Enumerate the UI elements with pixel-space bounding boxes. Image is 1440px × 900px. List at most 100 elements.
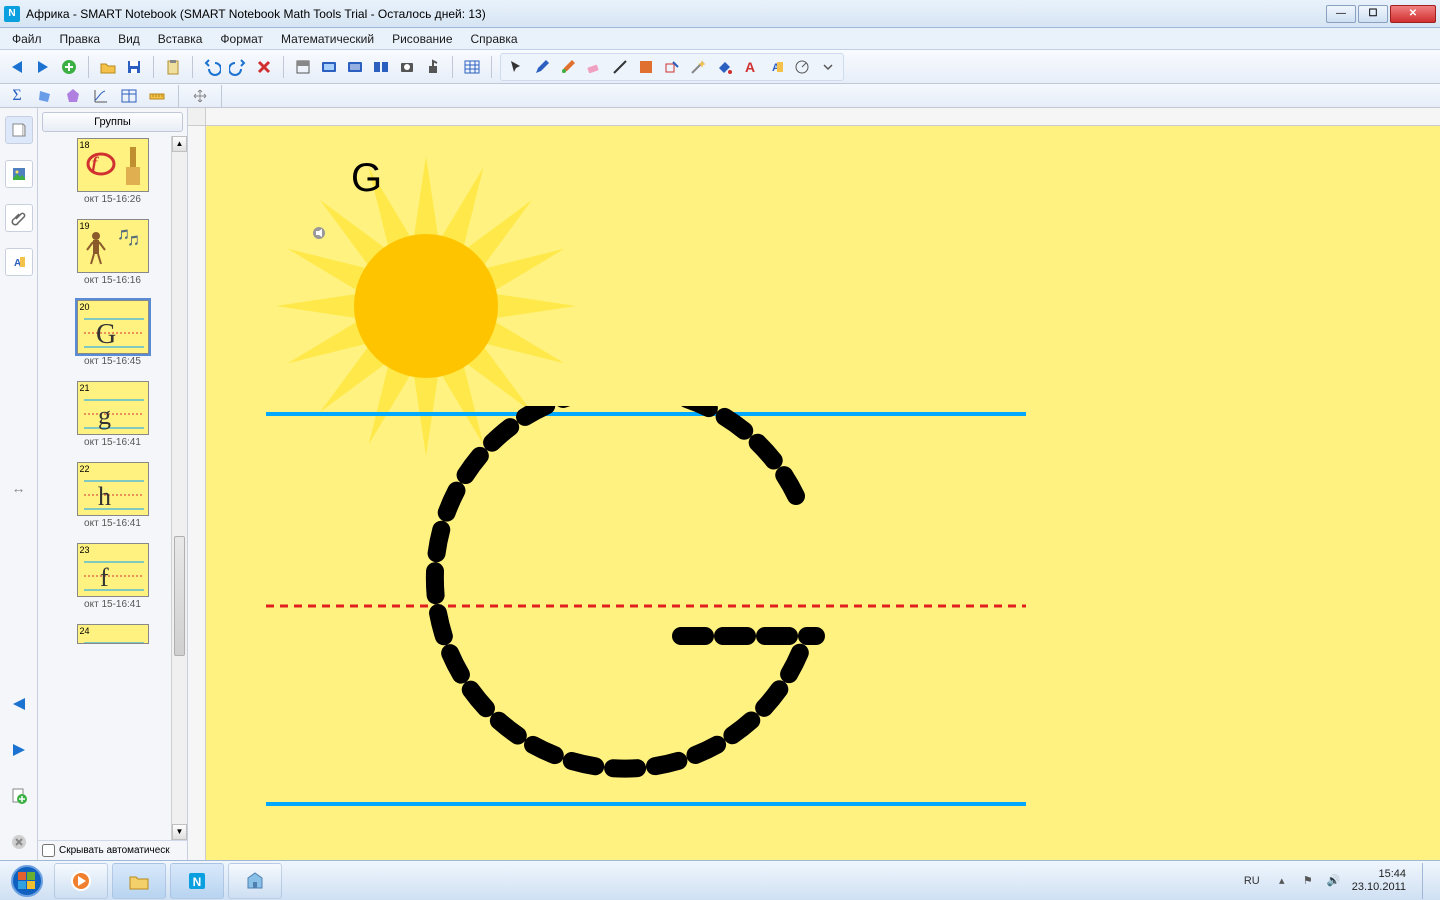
show-desktop-button[interactable] [1422, 863, 1430, 899]
table-icon[interactable] [461, 56, 483, 78]
svg-text:N: N [193, 875, 202, 889]
menu-math[interactable]: Математический [273, 30, 382, 48]
scroll-thumb[interactable] [174, 536, 185, 656]
transparent-bg-icon[interactable] [344, 56, 366, 78]
side-tabs: A ↔ [0, 108, 38, 860]
shape-pen-icon[interactable] [661, 56, 683, 78]
next-page-icon[interactable] [32, 56, 54, 78]
toolbar-separator [491, 56, 492, 78]
svg-text:G: G [96, 319, 116, 350]
tray-flag-icon[interactable]: ⚑ [1300, 873, 1316, 889]
regular-polygon-icon[interactable] [62, 85, 84, 107]
tool-group: A A [500, 53, 844, 81]
toolbar-options-icon[interactable] [817, 56, 839, 78]
menu-edit[interactable]: Правка [52, 30, 109, 48]
toolbar-separator [452, 56, 453, 78]
shape-tool-icon[interactable] [635, 56, 657, 78]
thumbnail-menu-icon[interactable]: ▼ [148, 300, 149, 314]
clock[interactable]: 15:44 23.10.2011 [1352, 868, 1406, 894]
graph-icon[interactable] [90, 85, 112, 107]
auto-hide-checkbox[interactable]: Скрывать автоматическ [38, 840, 187, 860]
creative-pen-icon[interactable] [557, 56, 579, 78]
close-button[interactable]: ✕ [1390, 5, 1436, 23]
svg-text:h: h [98, 482, 111, 511]
tray-chevron-icon[interactable]: ▴ [1274, 873, 1290, 889]
dual-page-icon[interactable] [370, 56, 392, 78]
tab-page-sorter[interactable] [5, 116, 33, 144]
letter-label[interactable]: G [351, 156, 382, 201]
tab-attachments[interactable] [5, 204, 33, 232]
fullscreen-icon[interactable] [318, 56, 340, 78]
auto-hide-input[interactable] [42, 844, 55, 857]
panel-delete-icon[interactable] [7, 830, 31, 854]
tray-volume-icon[interactable]: 🔊 [1326, 873, 1342, 889]
ruler-icon[interactable] [146, 85, 168, 107]
menubar: Файл Правка Вид Вставка Формат Математич… [0, 28, 1440, 50]
maximize-button[interactable]: ☐ [1358, 5, 1388, 23]
text-tool-icon[interactable]: A [739, 56, 761, 78]
page-thumbnail[interactable]: 22 h окт 15-16:41 [46, 462, 179, 529]
horizontal-ruler [206, 108, 1440, 126]
delete-icon[interactable] [253, 56, 275, 78]
capture-icon[interactable] [396, 56, 418, 78]
undo-icon[interactable] [201, 56, 223, 78]
taskbar-app[interactable] [228, 863, 282, 899]
menu-format[interactable]: Формат [212, 30, 271, 48]
language-indicator[interactable]: RU [1240, 873, 1264, 889]
paste-icon[interactable] [162, 56, 184, 78]
svg-text:A: A [745, 59, 755, 75]
collapse-panel-icon[interactable]: ↔ [12, 480, 26, 496]
menu-draw[interactable]: Рисование [384, 30, 460, 48]
magic-pen-icon[interactable] [687, 56, 709, 78]
start-button[interactable] [4, 863, 50, 899]
redo-icon[interactable] [227, 56, 249, 78]
panel-scrollbar[interactable]: ▲ ▼ [171, 136, 187, 840]
groups-button[interactable]: Группы [42, 112, 183, 132]
taskbar-explorer[interactable] [112, 863, 166, 899]
ruler-corner [188, 108, 206, 126]
irregular-polygon-icon[interactable] [34, 85, 56, 107]
menu-file[interactable]: Файл [4, 30, 50, 48]
line-tool-icon[interactable] [609, 56, 631, 78]
pen-tool-icon[interactable] [531, 56, 553, 78]
graph-table-icon[interactable] [118, 85, 140, 107]
panel-next-icon[interactable] [7, 738, 31, 762]
tab-gallery[interactable] [5, 160, 33, 188]
clock-date: 23.10.2011 [1352, 881, 1406, 894]
sigma-icon[interactable]: Σ [6, 85, 28, 107]
taskbar-media-player[interactable] [54, 863, 108, 899]
scroll-up-icon[interactable]: ▲ [172, 136, 187, 152]
move-toolbar-icon[interactable] [189, 85, 211, 107]
minimize-button[interactable]: — [1326, 5, 1356, 23]
page-thumbnail[interactable]: 24 [46, 624, 179, 644]
menu-view[interactable]: Вид [110, 30, 148, 48]
select-tool-icon[interactable] [505, 56, 527, 78]
properties-icon[interactable]: A [765, 56, 787, 78]
eraser-tool-icon[interactable] [583, 56, 605, 78]
scroll-down-icon[interactable]: ▼ [172, 824, 187, 840]
writing-lines[interactable] [266, 406, 1026, 816]
page-thumbnail[interactable]: 23 f окт 15-16:41 [46, 543, 179, 610]
page-canvas[interactable]: G [206, 126, 1440, 860]
page-thumbnail[interactable]: 19 🎵 🎵 окт 15-16:16 [46, 219, 179, 286]
screen-shade-icon[interactable] [292, 56, 314, 78]
open-icon[interactable] [97, 56, 119, 78]
menu-insert[interactable]: Вставка [150, 30, 211, 48]
measurement-icon[interactable] [791, 56, 813, 78]
fill-tool-icon[interactable] [713, 56, 735, 78]
page-thumbnail[interactable]: 21 g окт 15-16:41 [46, 381, 179, 448]
toolbar-separator [178, 85, 179, 107]
add-page-icon[interactable] [58, 56, 80, 78]
document-camera-icon[interactable] [422, 56, 444, 78]
taskbar-smart-notebook[interactable]: N [170, 863, 224, 899]
panel-add-icon[interactable] [7, 784, 31, 808]
save-icon[interactable] [123, 56, 145, 78]
audio-icon[interactable] [312, 226, 326, 240]
taskbar: N RU ▴ ⚑ 🔊 15:44 23.10.2011 [0, 860, 1440, 900]
tab-properties[interactable]: A [5, 248, 33, 276]
prev-page-icon[interactable] [6, 56, 28, 78]
page-thumbnail[interactable]: 18 f окт 15-16:26 [46, 138, 179, 205]
menu-help[interactable]: Справка [463, 30, 526, 48]
page-thumbnail[interactable]: 20 ▼ G окт 15-16:45 [46, 300, 179, 367]
panel-prev-icon[interactable] [7, 692, 31, 716]
